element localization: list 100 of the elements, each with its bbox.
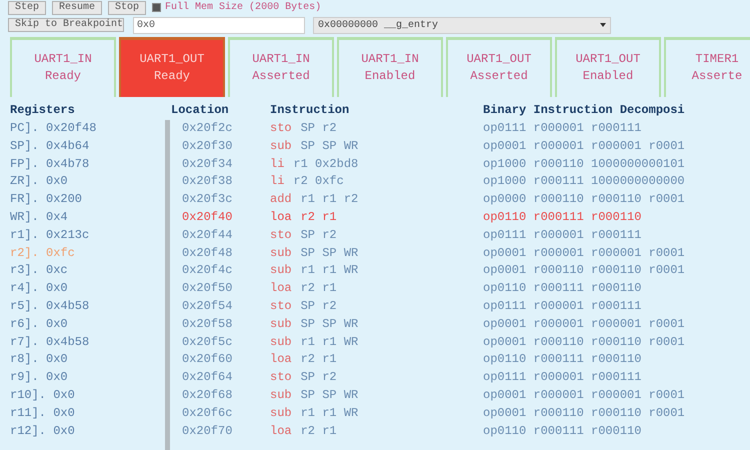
binary-cell-text: op0001 r000001 r000001 r0001	[483, 138, 686, 155]
register-value: SP]. 0x4b64	[10, 138, 90, 155]
register-value: WR]. 0x4	[10, 208, 69, 226]
instruction-mnemonic: loa	[270, 208, 292, 226]
instruction-operands: r2 0xfc	[293, 173, 344, 190]
location-cell-text: 0x20f6c	[182, 404, 234, 422]
register-value: r10]. 0x0	[10, 386, 76, 404]
location-cell-text: 0x20f60	[182, 351, 234, 368]
location-cell-text: 0x20f68	[182, 386, 234, 404]
register-value: ZR]. 0x0	[10, 173, 69, 190]
register-value: r2]. 0xfc	[10, 244, 76, 262]
location-cell-text: 0x20f58	[182, 316, 234, 333]
instruction-mnemonic: sto	[270, 369, 292, 386]
instruction-operands: r1 r1 WR	[300, 334, 358, 351]
binary-cell-text: op0001 r000001 r000001 r0001	[483, 244, 686, 262]
location-cell-text: 0x20f30	[182, 138, 234, 155]
binary-cell-text: op0000 r000110 r000110 r0001	[483, 191, 686, 208]
location-cell-text: 0x20f34	[182, 156, 234, 173]
register-value: r3]. 0xc	[10, 262, 69, 280]
instruction-mnemonic: sub	[270, 244, 292, 262]
interrupt-tab[interactable]: UART1_OUT Asserted	[446, 36, 552, 97]
instruction-operands: r1 r1 WR	[300, 404, 358, 422]
column-header: Instruction	[270, 102, 350, 119]
interrupt-tab[interactable]: UART1_OUT Enabled	[555, 36, 661, 97]
checkbox-label: Full Mem Size (2000 Bytes)	[165, 0, 322, 16]
binary-cell-text: op0001 r000001 r000001 r0001	[483, 386, 686, 404]
register-value: r6]. 0x0	[10, 316, 69, 333]
scrollbar[interactable]	[165, 120, 170, 450]
interrupt-tab[interactable]: UART1_IN Enabled	[337, 36, 443, 97]
toolbar-button[interactable]: Step	[8, 0, 46, 15]
instruction-mnemonic: li	[270, 173, 284, 190]
instruction-mnemonic: sub	[270, 404, 292, 422]
instruction-mnemonic: loa	[270, 351, 292, 368]
instruction-operands: r2 r1	[300, 422, 337, 440]
binary-cell-text: op0001 r000001 r000001 r0001	[483, 316, 686, 333]
location-cell-text: 0x20f38	[182, 173, 234, 190]
register-value: r1]. 0x213c	[10, 226, 90, 244]
column-header: Binary Instruction Decomposi	[483, 102, 686, 119]
register-value: r5]. 0x4b58	[10, 298, 90, 315]
location-cell-text: 0x20f54	[182, 298, 234, 315]
instruction-operands: SP SP WR	[300, 138, 358, 155]
instruction-mnemonic: sto	[270, 298, 292, 315]
instruction-operands: SP SP WR	[300, 316, 358, 333]
instruction-operands: r1 0x2bd8	[293, 156, 358, 173]
interrupt-tab[interactable]: TIMER1 Asserte	[664, 36, 750, 97]
binary-cell-text: op0111 r000001 r000111	[483, 120, 642, 137]
register-value: FP]. 0x4b78	[10, 156, 90, 173]
instruction-mnemonic: sub	[270, 386, 292, 404]
instruction-mnemonic: loa	[270, 280, 292, 298]
instruction-mnemonic: sub	[270, 138, 292, 155]
instruction-operands: r1 r1 r2	[300, 191, 358, 208]
binary-cell-text: op0110 r000111 r000110	[483, 422, 642, 440]
register-value: r11]. 0x0	[10, 404, 76, 422]
instruction-mnemonic: sto	[270, 120, 292, 137]
location-cell-text: 0x20f44	[182, 226, 234, 244]
instruction-mnemonic: sub	[270, 334, 292, 351]
register-value: r4]. 0x0	[10, 280, 69, 298]
instruction-mnemonic: loa	[270, 422, 292, 440]
interrupt-tab[interactable]: UART1_IN Ready	[10, 36, 116, 97]
toolbar-button[interactable]: Resume	[52, 0, 102, 15]
location-cell-text: 0x20f48	[182, 244, 234, 262]
register-value: r9]. 0x0	[10, 369, 69, 386]
instruction-mnemonic: sub	[270, 262, 292, 280]
checkbox[interactable]	[152, 3, 162, 12]
instruction-mnemonic: add	[270, 191, 292, 208]
location-cell-text: 0x20f40	[182, 208, 234, 226]
instruction-operands: SP r2	[300, 226, 337, 244]
binary-cell-text: op0110 r000111 r000110	[483, 351, 642, 368]
register-value: r12]. 0x0	[10, 422, 76, 440]
instruction-operands: SP r2	[300, 369, 337, 386]
symbol-select[interactable]: 0x00000000 __g_entry	[313, 16, 611, 34]
register-value: r7]. 0x4b58	[10, 334, 90, 351]
binary-cell-text: op1000 r000110 1000000000101	[483, 156, 686, 173]
instruction-operands: SP SP WR	[300, 244, 358, 262]
instruction-operands: SP SP WR	[300, 386, 358, 404]
binary-cell-text: op0110 r000111 r000110	[483, 280, 642, 298]
binary-cell-text: op0001 r000110 r000110 r0001	[483, 404, 686, 422]
instruction-operands: r2 r1	[300, 280, 337, 298]
interrupt-tab[interactable]: UART1_IN Asserted	[228, 36, 334, 97]
binary-cell-text: op0111 r000001 r000111	[483, 226, 642, 244]
instruction-operands: SP r2	[300, 298, 337, 315]
register-value: FR]. 0x200	[10, 191, 84, 208]
location-cell-text: 0x20f5c	[182, 334, 234, 351]
caret-icon	[600, 23, 606, 28]
location-cell-text: 0x20f70	[182, 422, 234, 440]
column-header: Location	[170, 102, 230, 119]
address-field[interactable]: 0x0	[133, 16, 305, 34]
instruction-mnemonic: sub	[270, 316, 292, 333]
binary-cell-text: op0111 r000001 r000111	[483, 369, 642, 386]
instruction-operands: r1 r1 WR	[300, 262, 358, 280]
interrupt-tab[interactable]: UART1_OUT Ready	[119, 36, 225, 97]
instruction-mnemonic: sto	[270, 226, 292, 244]
binary-cell-text: op0110 r000111 r000110	[483, 208, 642, 226]
register-value: PC]. 0x20f48	[10, 120, 98, 137]
location-cell-text: 0x20f50	[182, 280, 234, 298]
skip-button[interactable]: Skip to Breakpoint	[8, 18, 124, 32]
instruction-mnemonic: li	[270, 156, 284, 173]
location-cell-text: 0x20f4c	[182, 262, 234, 280]
toolbar-button[interactable]: Stop	[108, 0, 146, 15]
instruction-operands: r2 r1	[300, 351, 337, 368]
